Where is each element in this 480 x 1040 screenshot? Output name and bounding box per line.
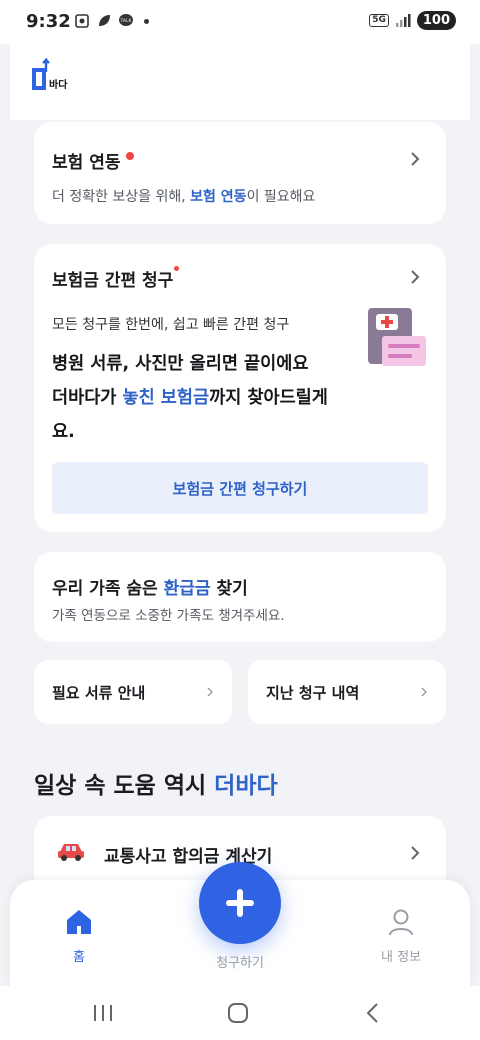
- insurance-link-title-row: 보험 연동: [52, 148, 135, 173]
- family-title-text-end: 찾기: [210, 579, 248, 599]
- chevron-right-icon: [411, 152, 420, 166]
- back-icon[interactable]: [364, 1002, 380, 1024]
- new-alert-dot: [174, 266, 180, 271]
- quick-claim-button[interactable]: 보험금 간편 청구하기: [52, 462, 428, 514]
- quick-claim-headline-2: 더바다가 놓친 보험금까지 찾아드릴게: [52, 384, 328, 409]
- recent-apps-icon[interactable]: [92, 1004, 114, 1022]
- signal-icon: [395, 13, 411, 27]
- daily-help-section-title: 일상 속 도움 역시 더바다: [34, 766, 278, 800]
- home-icon: [67, 910, 91, 934]
- nav-my-info-label: 내 정보: [380, 950, 421, 965]
- section-title-text: 일상 속 도움 역시: [34, 773, 215, 799]
- family-refund-card[interactable]: 우리 가족 숨은 환급금 찾기 가족 연동으로 소중한 가족도 챙겨주세요.: [34, 552, 446, 642]
- nav-home-label: 홈: [73, 950, 85, 965]
- chevron-right-icon[interactable]: [408, 270, 422, 284]
- section-title-highlight: 더바다: [214, 773, 278, 799]
- nav-my-info[interactable]: 내 정보: [356, 908, 446, 965]
- quick-claim-card: 보험금 간편 청구 모든 청구를 한번에, 쉽고 빠른 간편 청구 병원 서류,…: [34, 244, 446, 532]
- new-alert-dot: [126, 152, 135, 160]
- talk-icon: TALK: [119, 14, 133, 26]
- quick-claim-headline-3: 요.: [52, 422, 75, 442]
- app-logo[interactable]: 바다: [30, 58, 76, 92]
- nav-claim-label: 청구하기: [216, 956, 264, 971]
- family-refund-desc: 가족 연동으로 소중한 가족도 챙겨주세요.: [52, 608, 285, 624]
- car-icon: [58, 844, 84, 861]
- status-time: 9:32: [26, 11, 71, 32]
- family-refund-title: 우리 가족 숨은 환급금 찾기: [52, 574, 248, 599]
- battery-indicator: 100: [416, 11, 456, 30]
- notification-icons: TALK: [74, 13, 149, 29]
- chevron-right-icon: [411, 846, 420, 860]
- insurance-link-desc: 더 정확한 보상을 위해, 보험 연동이 필요해요: [52, 186, 315, 206]
- family-title-highlight: 환급금: [163, 579, 211, 599]
- insurance-link-title: 보험 연동: [52, 153, 121, 173]
- claim-fab-button[interactable]: [199, 862, 281, 944]
- headline-text-end: 까지 찾아드릴게: [209, 388, 328, 408]
- status-bar: 9:32 TALK 5G 100: [0, 0, 480, 44]
- quick-claim-title-row: 보험금 간편 청구: [52, 266, 180, 291]
- network-badge: 5G: [369, 14, 389, 27]
- app-header: 바다: [10, 44, 470, 120]
- past-claims-button[interactable]: 지난 청구 내역: [248, 660, 446, 724]
- required-docs-label: 필요 서류 안내: [52, 684, 146, 702]
- quick-claim-title: 보험금 간편 청구: [52, 271, 174, 291]
- desc-text-end: 이 필요해요: [246, 189, 316, 205]
- quick-claim-headline-1: 병원 서류, 사진만 올리면 끝이에요: [52, 354, 309, 374]
- logo-text: 바다: [49, 78, 68, 91]
- family-title-text: 우리 가족 숨은: [52, 579, 164, 599]
- more-notifications-dot: [144, 18, 149, 24]
- plus-icon: [226, 889, 254, 917]
- leaf-icon: [99, 15, 110, 26]
- screenshot-icon: [75, 14, 89, 28]
- quick-claim-desc: 모든 청구를 한번에, 쉽고 빠른 간편 청구: [52, 317, 290, 333]
- chevron-right-icon: [207, 688, 213, 696]
- status-right: 5G 100: [369, 11, 456, 30]
- insurance-link-card[interactable]: 보험 연동 더 정확한 보상을 위해, 보험 연동이 필요해요: [34, 122, 446, 224]
- desc-text: 더 정확한 보상을 위해,: [52, 189, 191, 205]
- person-icon: [389, 909, 413, 936]
- system-navigation-bar: [0, 986, 480, 1040]
- headline-text: 더바다가: [52, 388, 123, 408]
- chevron-right-icon: [421, 688, 427, 696]
- nav-home[interactable]: 홈: [34, 908, 124, 965]
- desc-highlight: 보험 연동: [190, 189, 247, 205]
- required-docs-button[interactable]: 필요 서류 안내: [34, 660, 232, 724]
- nav-claim[interactable]: 청구하기: [195, 946, 285, 971]
- hospital-document-icon: [368, 308, 426, 366]
- headline-highlight: 놓친 보험금: [122, 388, 210, 408]
- past-claims-label: 지난 청구 내역: [266, 684, 360, 702]
- svg-text:TALK: TALK: [120, 18, 133, 24]
- home-system-icon[interactable]: [227, 1002, 249, 1024]
